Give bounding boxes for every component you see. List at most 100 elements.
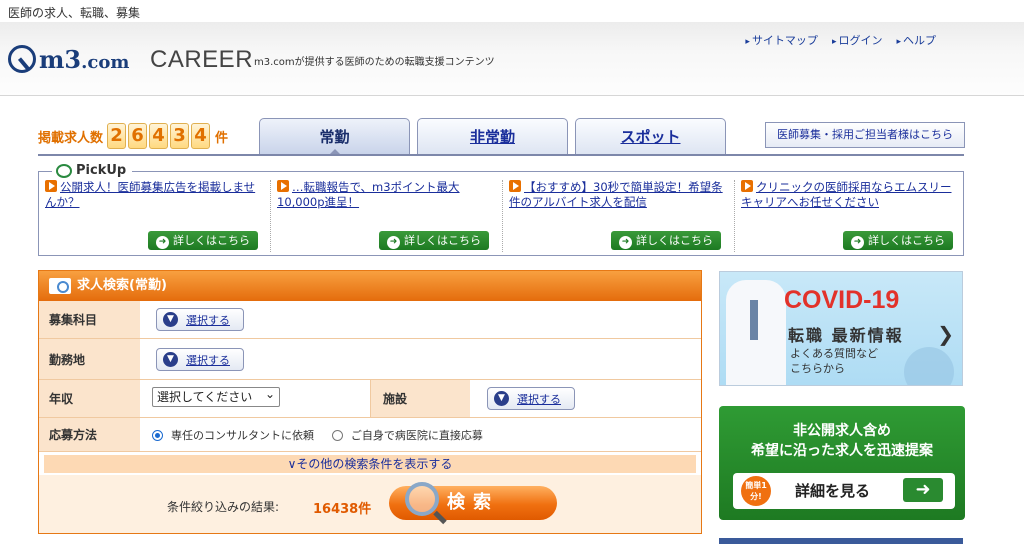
select-label: 選択する xyxy=(186,353,230,367)
arrow-right-icon: ➜ xyxy=(903,478,943,502)
job-counter: 掲載求人数 2 6 4 3 4 件 xyxy=(38,123,228,149)
counter-digit: 2 xyxy=(107,123,127,149)
search-header: 求人検索(常勤) xyxy=(39,271,701,301)
quick-badge: 簡単1分! xyxy=(741,476,771,506)
salary-dropdown[interactable]: 選択してください xyxy=(152,385,280,407)
facility-label: 施設 xyxy=(370,380,470,417)
logo-text: m3 xyxy=(39,44,82,74)
play-icon xyxy=(45,180,57,192)
select-label: 選択する xyxy=(186,313,230,327)
tab-full-time[interactable]: 常勤 xyxy=(259,118,410,156)
details-button[interactable]: 詳しくはこちら xyxy=(379,231,489,250)
tab-part-time[interactable]: 非常勤 xyxy=(417,118,568,155)
details-button[interactable]: 詳しくはこちら xyxy=(611,231,721,250)
details-button[interactable]: 詳しくはこちら xyxy=(843,231,953,250)
search-button[interactable]: 検索 xyxy=(389,482,557,520)
covid-banner[interactable]: COVID-19 転職 最新情報 よくある質問など こちらから ❯ xyxy=(719,271,963,386)
tab-part-time-label[interactable]: 非常勤 xyxy=(470,128,515,146)
login-link[interactable]: ログイン xyxy=(832,32,882,48)
result-label: 条件絞り込みの結果: xyxy=(167,500,280,514)
next-banner-edge xyxy=(719,538,963,544)
chevron-down-icon: ▼ xyxy=(494,391,509,406)
more-conditions-toggle[interactable]: ∨その他の検索条件を表示する xyxy=(44,455,696,473)
counter-label: 掲載求人数 xyxy=(38,130,104,146)
site-description: 医師の求人、転職、募集 xyxy=(8,6,141,20)
radio-empty-icon xyxy=(331,429,343,441)
recruiter-link[interactable]: 医師募集・採用ご担当者様はこちら xyxy=(777,128,953,141)
pickup-item: …転職報告で、m3ポイント最大10,000p進呈！ 詳しくはこちら xyxy=(270,180,497,252)
recruiter-link-button[interactable]: 医師募集・採用ご担当者様はこちら xyxy=(765,122,965,148)
pickup-link[interactable]: 【おすすめ】30秒で簡単設定！希望条件のアルバイト求人を配信 xyxy=(509,180,723,209)
banner-line2: 希望に沿った求人を迅速提案 xyxy=(751,443,933,459)
pickup-item: 公開求人！医師募集広告を掲載しませんか？ 詳しくはこちら xyxy=(39,180,266,252)
banner-line1: 非公開求人含め xyxy=(793,423,891,439)
top-bar: 医師の求人、転職、募集 xyxy=(0,0,1024,22)
pickup-link[interactable]: …転職報告で、m3ポイント最大10,000p進呈！ xyxy=(277,180,460,209)
job-search-panel: 求人検索(常勤) 募集科目 ▼ 選択する 勤務地 ▼ 選択する 年収 選択してく… xyxy=(38,270,702,534)
pickup-item: 【おすすめ】30秒で簡単設定！希望条件のアルバイト求人を配信 詳しくはこちら xyxy=(502,180,729,252)
row-department: 募集科目 ▼ 選択する xyxy=(39,301,701,339)
pickup-title: PickUp xyxy=(52,163,133,178)
more-conditions-label: その他の検索条件を表示する xyxy=(296,457,453,471)
location-select-button[interactable]: ▼ 選択する xyxy=(156,348,244,371)
details-button[interactable]: 詳しくはこちら xyxy=(148,231,258,250)
facility-select-button[interactable]: ▼ 選択する xyxy=(487,387,575,410)
radio-direct[interactable]: ご自身で病医院に直接応募 xyxy=(331,427,483,443)
pickup-item: クリニックの医師採用ならエムスリーキャリアへお任せください 詳しくはこちら xyxy=(734,180,961,252)
pickup-link[interactable]: 公開求人！医師募集広告を掲載しませんか？ xyxy=(45,180,255,209)
search-button-label: 検索 xyxy=(447,492,499,513)
application-method-label: 応募方法 xyxy=(39,418,140,451)
search-list-icon xyxy=(49,278,71,294)
location-label: 勤務地 xyxy=(39,339,140,379)
career-title: CAREER xyxy=(150,46,254,73)
magnifier-icon xyxy=(405,482,439,516)
department-label: 募集科目 xyxy=(39,301,140,338)
m3-logo[interactable]: m3.com xyxy=(8,41,129,77)
pickup-link[interactable]: クリニックの医師採用ならエムスリーキャリアへお任せください xyxy=(741,180,952,209)
radio-group: 専任のコンサルタントに依頼 ご自身で病医院に直接応募 xyxy=(152,427,497,444)
tab-underline xyxy=(38,154,964,156)
search-result-bar: 条件絞り込みの結果: 16438件 検索 xyxy=(39,475,701,533)
covid-subtitle: 転職 最新情報 xyxy=(788,326,904,345)
magnifier-icon xyxy=(56,163,72,178)
site-header: m3.com CAREER m3.comが提供する医師のための転職支援コンテンツ… xyxy=(0,22,1024,96)
row-location: 勤務地 ▼ 選択する xyxy=(39,339,701,380)
tab-full-time-label: 常勤 xyxy=(319,128,350,146)
logo-suffix: .com xyxy=(81,51,130,73)
covid-title: COVID-19 xyxy=(784,286,900,314)
play-icon xyxy=(509,180,521,192)
result-count: 16438件 xyxy=(313,502,372,517)
details-button-label: 詳細を見る xyxy=(795,482,871,500)
counter-digit: 3 xyxy=(170,123,190,149)
tab-spot-label[interactable]: スポット xyxy=(620,128,680,146)
chevron-down-icon: ▼ xyxy=(163,352,178,367)
select-label: 選択する xyxy=(517,392,561,406)
department-select-button[interactable]: ▼ 選択する xyxy=(156,308,244,331)
private-jobs-banner[interactable]: 非公開求人含め 希望に沿った求人を迅速提案 簡単1分! 詳細を見る ➜ xyxy=(719,406,965,520)
radio-direct-label: ご自身で病医院に直接応募 xyxy=(350,429,483,442)
row-application-method: 応募方法 専任のコンサルタントに依頼 ご自身で病医院に直接応募 xyxy=(39,418,701,452)
tagline: m3.comが提供する医師のための転職支援コンテンツ xyxy=(254,57,495,68)
salary-label: 年収 xyxy=(39,380,140,417)
m3-logo-mark-icon xyxy=(8,45,36,73)
help-link[interactable]: ヘルプ xyxy=(896,32,936,48)
doctor-illustration xyxy=(726,280,786,385)
search-title: 求人検索(常勤) xyxy=(77,278,167,293)
covid-line2: こちらから xyxy=(790,362,845,375)
chevron-down-icon: ▼ xyxy=(163,312,178,327)
counter-digit: 4 xyxy=(191,123,211,149)
counter-digit: 4 xyxy=(149,123,169,149)
play-icon xyxy=(277,180,289,192)
play-icon xyxy=(741,180,753,192)
sitemap-link[interactable]: サイトマップ xyxy=(745,32,818,48)
pickup-title-text: PickUp xyxy=(76,163,127,178)
counter-unit: 件 xyxy=(215,130,229,146)
chevron-right-icon: ❯ xyxy=(937,322,954,346)
utility-links: サイトマップ ログイン ヘルプ xyxy=(745,32,936,48)
counter-digit: 6 xyxy=(128,123,148,149)
tab-spot[interactable]: スポット xyxy=(575,118,726,155)
radio-consultant-label: 専任のコンサルタントに依頼 xyxy=(171,429,314,442)
row-salary: 年収 選択してください 施設 ▼ 選択する xyxy=(39,380,701,418)
virus-illustration xyxy=(904,347,954,385)
radio-consultant[interactable]: 専任のコンサルタントに依頼 xyxy=(152,427,314,443)
